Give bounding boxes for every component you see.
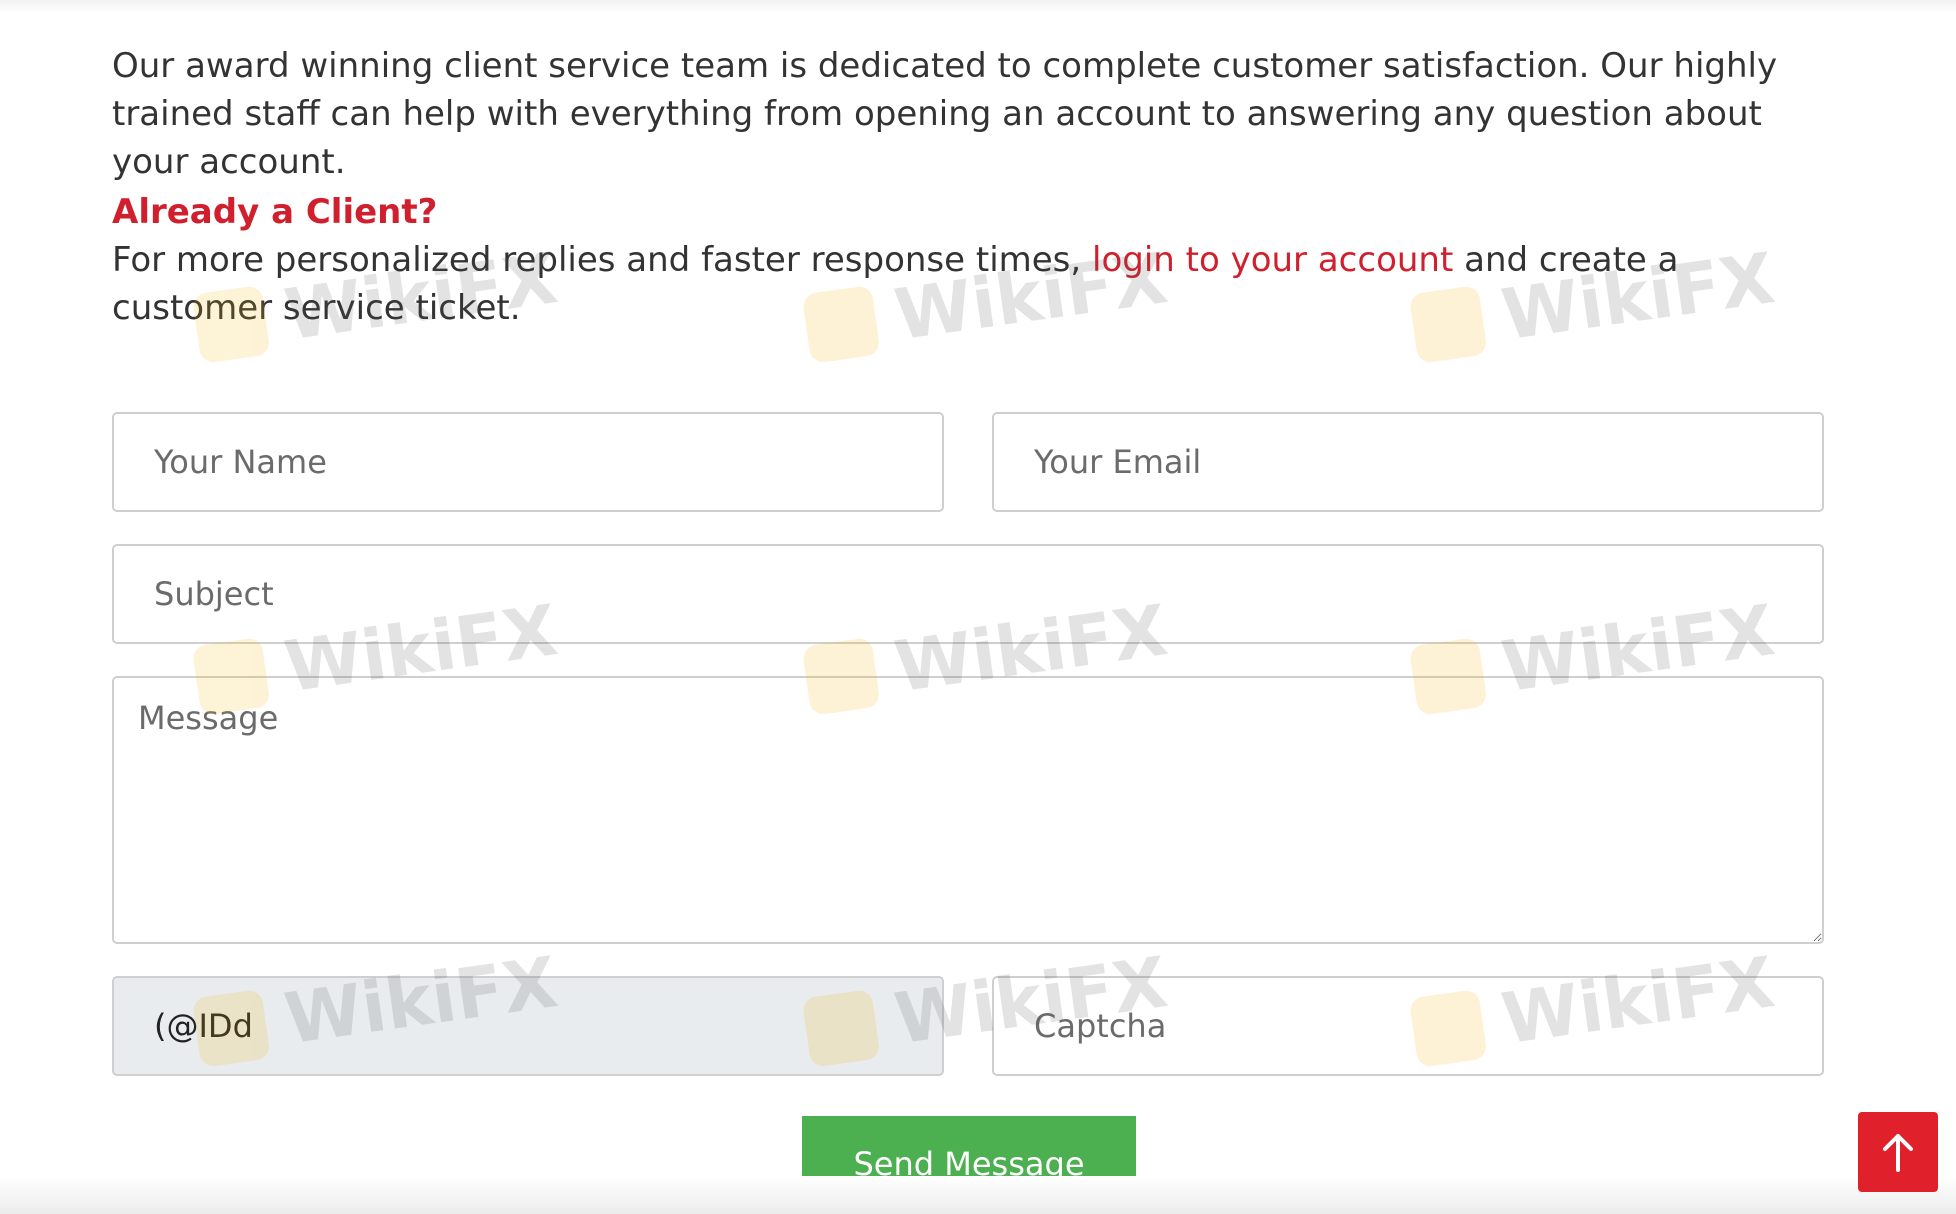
- arrow-up-icon: [1883, 1134, 1913, 1172]
- top-shadow: [0, 0, 1956, 14]
- login-link[interactable]: login to your account: [1092, 240, 1453, 280]
- message-textarea[interactable]: [112, 676, 1824, 944]
- email-input[interactable]: [992, 412, 1824, 512]
- bottom-shadow: [0, 1176, 1956, 1214]
- name-input[interactable]: [112, 412, 944, 512]
- subject-input[interactable]: [112, 544, 1824, 644]
- client-paragraph: For more personalized replies and faster…: [112, 236, 1832, 332]
- already-client-heading: Already a Client?: [112, 192, 438, 232]
- scroll-to-top-button[interactable]: [1858, 1112, 1938, 1192]
- captcha-input[interactable]: [992, 976, 1824, 1076]
- client-text-before: For more personalized replies and faster…: [112, 240, 1093, 280]
- captcha-code-display: (@IDd: [112, 976, 944, 1076]
- intro-paragraph: Our award winning client service team is…: [112, 46, 1778, 182]
- contact-page: Our award winning client service team is…: [0, 0, 1956, 1214]
